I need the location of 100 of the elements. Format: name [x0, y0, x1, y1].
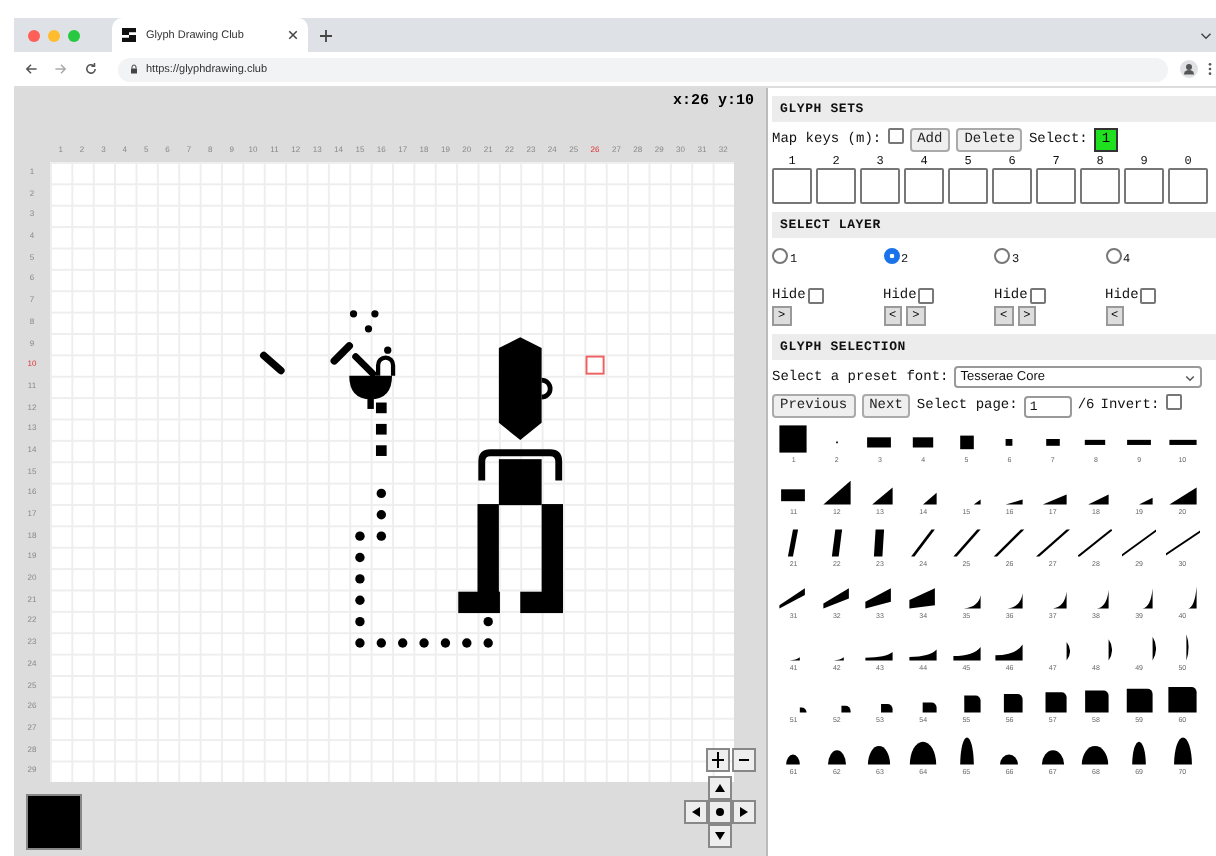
glyph-icon	[1122, 529, 1157, 557]
glyph-icon	[841, 705, 851, 713]
glyph-icon	[912, 437, 934, 448]
hide-checkbox[interactable]	[918, 288, 935, 304]
glyph-icon	[800, 707, 808, 713]
glyph-icon	[1000, 754, 1019, 765]
glyph-icon	[873, 487, 894, 505]
glyph-icon	[959, 737, 974, 765]
hide-checkbox[interactable]	[1029, 288, 1046, 304]
glyph-icon	[831, 529, 842, 557]
glyph-icon	[786, 754, 801, 765]
glyph-slot[interactable]	[772, 168, 812, 204]
hide-checkbox[interactable]	[807, 288, 824, 304]
glyph-icon	[994, 529, 1025, 557]
glyph-icon	[1167, 687, 1196, 713]
dots-drawing	[349, 310, 392, 354]
glyph-icon	[1187, 586, 1196, 609]
glyph-icon	[1097, 589, 1110, 609]
invert-checkbox[interactable]	[1165, 394, 1182, 410]
glyph-icon	[1168, 487, 1196, 505]
close-icon[interactable]	[288, 30, 298, 40]
chevron-icon[interactable]	[1200, 29, 1212, 41]
glyph-slot[interactable]	[1124, 168, 1164, 204]
glyph-icon	[823, 480, 851, 505]
glyph-icon	[1041, 750, 1064, 765]
up-triangle-icon	[712, 780, 728, 796]
glyph-icon	[995, 644, 1024, 661]
glyph-icon	[823, 588, 849, 609]
glyph-icon	[1082, 745, 1110, 765]
glyph-icon	[962, 595, 980, 609]
glyph-icon	[1165, 529, 1200, 557]
glyph-icon	[910, 741, 937, 765]
glyph-icon	[1168, 439, 1196, 445]
glyph-icon	[780, 588, 806, 609]
back-icon[interactable]	[24, 62, 38, 76]
glyph-icon	[1004, 693, 1024, 713]
glyph-icon	[1006, 439, 1013, 446]
layer-radio[interactable]	[1105, 248, 1121, 264]
zoom-out-button[interactable]	[732, 748, 756, 772]
glyph-slot[interactable]	[1168, 168, 1208, 204]
move-left-button[interactable]	[684, 800, 708, 824]
glyph-icon	[909, 588, 936, 609]
glyph-icon	[909, 649, 937, 661]
glyph-icon	[973, 499, 980, 505]
glyph-icon	[868, 745, 891, 765]
glyph-icon	[963, 695, 980, 713]
glyph-icon	[1006, 499, 1024, 505]
glyph-icon	[959, 435, 974, 450]
glyph-icon	[827, 750, 846, 765]
glyph-icon	[1089, 494, 1110, 505]
move-down-button[interactable]	[708, 824, 732, 848]
close-window-button[interactable]	[28, 29, 40, 41]
move-up-button[interactable]	[708, 776, 732, 800]
glyph-icon	[911, 529, 936, 557]
glyph-slot[interactable]	[1080, 168, 1120, 204]
glyph-icon	[952, 647, 980, 661]
glyph-icon	[1045, 692, 1067, 713]
glyph-icon	[1126, 688, 1153, 713]
glyph-slot[interactable]	[860, 168, 900, 204]
glyph-icon	[866, 652, 894, 661]
glyph-slot[interactable]	[904, 168, 944, 204]
glyph-icon	[923, 492, 937, 505]
new-tab-icon[interactable]	[320, 29, 332, 41]
glyph-icon	[882, 704, 894, 713]
right-triangle-icon	[736, 804, 752, 820]
profile-icon[interactable]	[1180, 60, 1198, 78]
glyph-icon	[874, 529, 886, 557]
glyph-icon	[788, 529, 799, 557]
dash-mark	[260, 351, 285, 375]
glyph-icon	[1132, 741, 1146, 765]
left-triangle-icon	[688, 804, 704, 820]
glyph-icon	[1085, 439, 1107, 445]
dot-icon	[712, 804, 728, 820]
lock-icon	[130, 64, 138, 74]
drawing-canvas[interactable]	[50, 162, 734, 782]
down-triangle-icon	[712, 828, 728, 844]
glyph-icon	[868, 437, 892, 448]
glyph-icon	[1173, 737, 1192, 765]
glyph-slot[interactable]	[816, 168, 856, 204]
glyph-icon	[781, 489, 806, 502]
layer-radio[interactable]	[883, 248, 899, 264]
map-keys-checkbox[interactable]	[887, 128, 904, 144]
cursor-highlight	[585, 355, 605, 375]
glyph-icon	[1045, 439, 1060, 446]
cup-drawing	[349, 353, 396, 409]
center-button[interactable]	[708, 800, 732, 824]
hide-checkbox[interactable]	[1140, 288, 1157, 304]
glyph-slot[interactable]	[948, 168, 988, 204]
layer-radio[interactable]	[994, 248, 1010, 264]
glyph-icon	[1042, 494, 1067, 505]
glyph-icon	[1127, 439, 1151, 445]
glyph-icon	[1007, 593, 1024, 609]
move-right-button[interactable]	[732, 800, 756, 824]
reload-icon[interactable]	[84, 62, 98, 76]
zoom-in-button[interactable]	[706, 748, 730, 772]
glyph-icon	[922, 702, 937, 713]
glyph-slot[interactable]	[1036, 168, 1076, 204]
forward-icon[interactable]	[54, 62, 68, 76]
glyph-slot[interactable]	[992, 168, 1032, 204]
layer-radio[interactable]	[772, 248, 788, 264]
